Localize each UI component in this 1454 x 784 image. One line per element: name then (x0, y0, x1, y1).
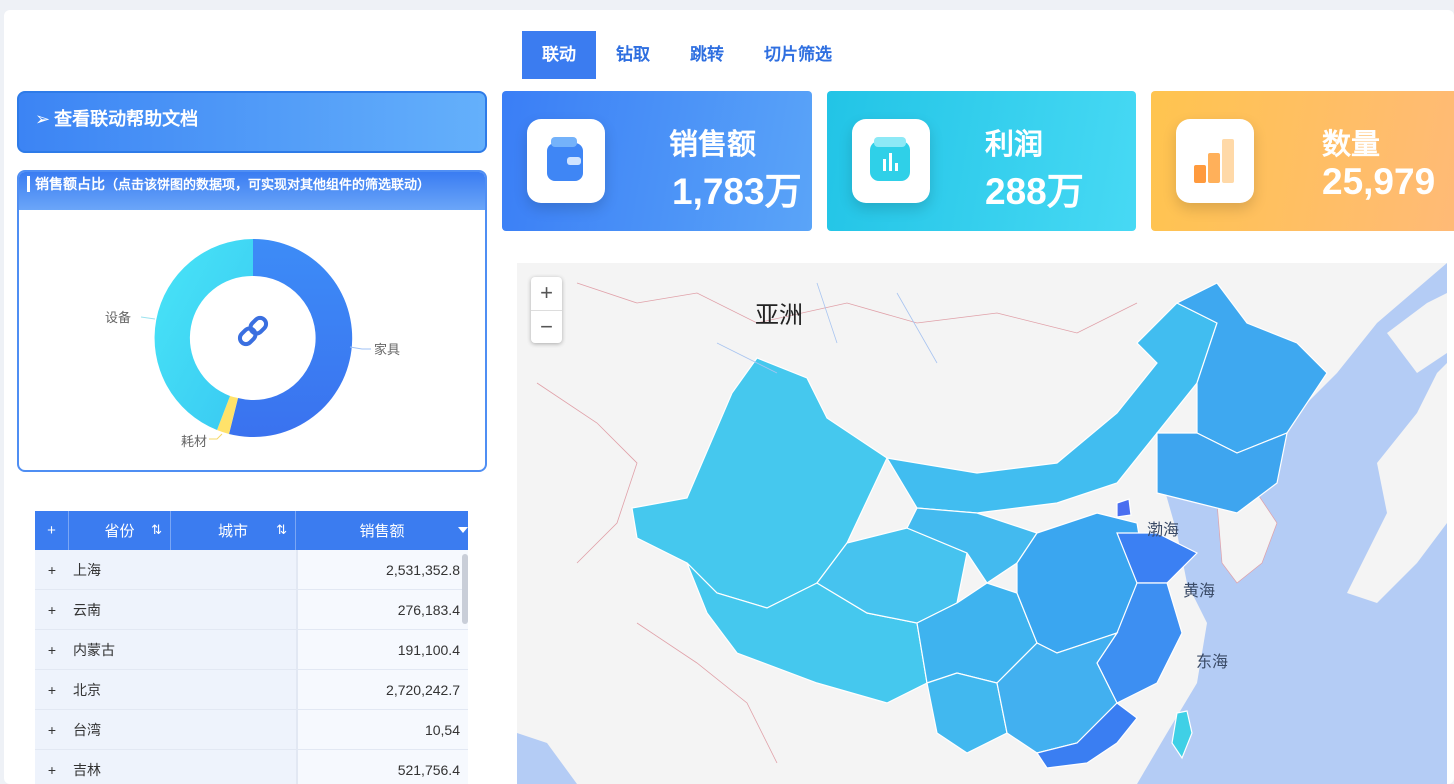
arrow-right-icon: ➢ (35, 109, 51, 129)
tab-jump[interactable]: 跳转 (670, 31, 744, 79)
pie-title-text: 销售额占比 (35, 176, 105, 192)
tab-bar: 联动 钻取 跳转 切片筛选 (522, 31, 852, 79)
pie-subtitle-text: （点击该饼图的数据项，可实现对其他组件的筛选联动） (105, 177, 431, 192)
kpi-card-quantity[interactable]: 数量 25,979 (1151, 91, 1454, 231)
expand-row-icon[interactable]: + (35, 670, 69, 709)
zoom-out-button[interactable]: − (531, 310, 562, 343)
city-header-label: 城市 (217, 523, 248, 540)
cell-province: 台湾 (69, 710, 296, 749)
caret-down-icon[interactable] (458, 527, 468, 533)
sort-icon[interactable]: ⇅ (276, 522, 287, 538)
table-row[interactable]: + 吉林 521,756.4 (35, 750, 468, 784)
table-header: + 省份 ⇅ 城市 ⇅ 销售额 (35, 511, 468, 550)
zoom-in-button[interactable]: + (531, 277, 562, 310)
pie-label-consumables: 耗材 (181, 434, 207, 449)
expand-row-icon[interactable]: + (35, 710, 69, 749)
cell-sales: 10,54 (296, 710, 468, 749)
province-header-label: 省份 (104, 523, 135, 540)
link-icon (237, 315, 269, 347)
table-row[interactable]: + 云南 276,183.4 (35, 590, 468, 630)
sales-table: + 省份 ⇅ 城市 ⇅ 销售额 + 上海 2,531,352.8 + 云南 27… (35, 511, 468, 784)
sales-share-pie-card: 销售额占比（点击该饼图的数据项，可实现对其他组件的筛选联动） 家具 设备 耗材 (17, 170, 487, 472)
kpi-profit-value: 288万 (985, 171, 1084, 212)
cell-province: 北京 (69, 670, 296, 709)
column-header-province[interactable]: 省份 ⇅ (69, 511, 171, 550)
cell-province: 内蒙古 (69, 630, 296, 669)
map-label-east-sea: 东海 (1196, 654, 1229, 671)
pie-label-furniture: 家具 (374, 342, 400, 357)
expand-row-icon[interactable]: + (35, 590, 69, 629)
china-map[interactable]: + − 亚洲 渤海 黄海 东海 (517, 263, 1447, 784)
help-doc-label: 查看联动帮助文档 (54, 109, 199, 129)
title-bar-accent (27, 176, 30, 192)
kpi-sales-value: 1,783万 (672, 171, 802, 212)
cell-province: 上海 (69, 550, 296, 589)
expand-all-button[interactable]: + (35, 511, 69, 550)
tab-linkage[interactable]: 联动 (522, 31, 596, 79)
tab-slice-filter[interactable]: 切片筛选 (744, 31, 852, 79)
map-label-yellow-sea: 黄海 (1183, 583, 1216, 600)
sales-header-label: 销售额 (359, 523, 405, 540)
cell-sales: 521,756.4 (296, 750, 468, 784)
column-header-city[interactable]: 城市 ⇅ (171, 511, 296, 550)
expand-row-icon[interactable]: + (35, 550, 69, 589)
expand-row-icon[interactable]: + (35, 750, 69, 784)
cell-sales: 2,531,352.8 (296, 550, 468, 589)
kpi-profit-label: 利润 (985, 129, 1044, 161)
cell-sales: 276,183.4 (296, 590, 468, 629)
help-doc-link[interactable]: ➢ 查看联动帮助文档 (17, 91, 487, 153)
wallet-icon (527, 119, 605, 203)
region-beijing (1116, 498, 1132, 518)
table-scrollbar[interactable] (462, 554, 468, 624)
map-label-bohai: 渤海 (1147, 522, 1180, 539)
map-canvas (517, 263, 1447, 784)
cell-sales: 191,100.4 (296, 630, 468, 669)
bar-chart-icon (852, 119, 930, 203)
table-row[interactable]: + 台湾 10,54 (35, 710, 468, 750)
kpi-sales-label: 销售额 (669, 129, 757, 161)
pie-label-equipment: 设备 (105, 310, 131, 325)
cell-sales: 2,720,242.7 (296, 670, 468, 709)
expand-row-icon[interactable]: + (35, 630, 69, 669)
table-row[interactable]: + 上海 2,531,352.8 (35, 550, 468, 590)
pie-card-title: 销售额占比（点击该饼图的数据项，可实现对其他组件的筛选联动） (19, 172, 485, 210)
sort-icon[interactable]: ⇅ (151, 522, 162, 538)
column-header-sales[interactable]: 销售额 (296, 511, 468, 550)
kpi-quantity-label: 数量 (1322, 129, 1381, 161)
stacked-bars-icon (1176, 119, 1254, 203)
tab-drilldown[interactable]: 钻取 (596, 31, 670, 79)
table-row[interactable]: + 北京 2,720,242.7 (35, 670, 468, 710)
cell-province: 云南 (69, 590, 296, 629)
map-label-asia: 亚洲 (755, 302, 803, 329)
map-zoom-control: + − (531, 277, 562, 343)
kpi-quantity-value: 25,979 (1322, 161, 1436, 202)
kpi-card-sales[interactable]: 销售额 1,783万 (502, 91, 812, 231)
cell-province: 吉林 (69, 750, 296, 784)
kpi-card-profit[interactable]: 利润 288万 (827, 91, 1136, 231)
dashboard-page: 联动 钻取 跳转 切片筛选 ➢ 查看联动帮助文档 销售额占比（点击该饼图的数据项，… (4, 10, 1454, 784)
region-yunnan (926, 672, 1008, 754)
table-row[interactable]: + 内蒙古 191,100.4 (35, 630, 468, 670)
donut-chart: 家具 设备 耗材 (105, 238, 400, 449)
